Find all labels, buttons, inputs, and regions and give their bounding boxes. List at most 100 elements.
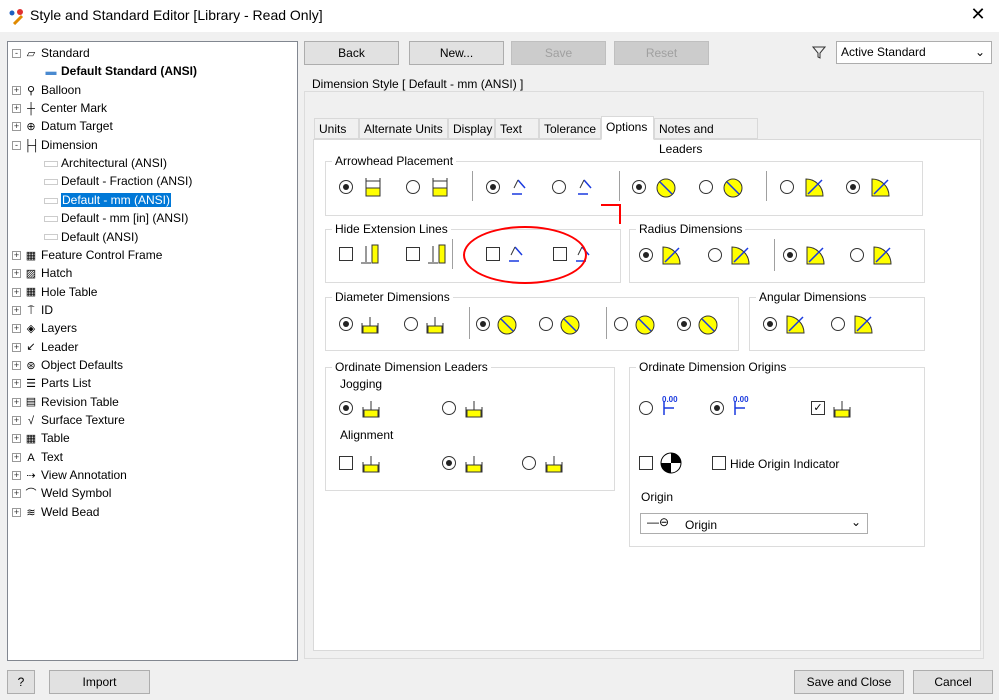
expand-icon[interactable]: + — [12, 507, 21, 517]
arrowhead-radio[interactable] — [632, 180, 646, 194]
tab-options[interactable]: Options — [601, 116, 654, 140]
radius-radio[interactable] — [708, 248, 722, 262]
expand-icon[interactable]: + — [12, 360, 21, 370]
arrowhead-radio[interactable] — [486, 180, 500, 194]
radius-radio[interactable] — [639, 248, 653, 262]
diameter-radio[interactable] — [677, 317, 691, 331]
tree-item-label: Default - mm (ANSI) — [61, 192, 172, 207]
new-button[interactable]: New... — [409, 41, 504, 65]
expand-icon[interactable]: + — [12, 434, 21, 444]
tree-item[interactable]: + ⍑ ID — [12, 302, 53, 319]
tree-item[interactable]: + ▦ Hole Table — [12, 284, 97, 301]
tree-item[interactable]: + ▦ Table — [12, 430, 70, 447]
expand-icon[interactable]: + — [12, 342, 21, 352]
tab-units[interactable]: Units — [314, 118, 359, 139]
tree-item[interactable]: + ⌒ Weld Symbol — [12, 485, 111, 502]
arrowhead-radio[interactable] — [406, 180, 420, 194]
expand-icon[interactable]: + — [12, 324, 21, 334]
style-tree[interactable]: - ▱ Standard ▬ Default Standard (ANSI) + ⚲ Ball… — [7, 41, 298, 661]
collapse-icon[interactable]: - — [12, 140, 21, 150]
help-button[interactable]: ? — [7, 670, 35, 694]
expand-icon[interactable]: + — [12, 250, 21, 260]
radius-radio[interactable] — [850, 248, 864, 262]
expand-icon[interactable]: + — [12, 379, 21, 389]
arrowhead-radio[interactable] — [552, 180, 566, 194]
tree-item[interactable]: + ◈ Layers — [12, 320, 77, 337]
tree-item[interactable]: ▬ Default Standard (ANSI) — [44, 63, 198, 80]
alignment-radio[interactable] — [522, 456, 536, 470]
tree-item-label: Default Standard (ANSI) — [61, 64, 198, 79]
tree-item[interactable]: + ≋ Weld Bead — [12, 504, 99, 521]
save-and-close-button[interactable]: Save and Close — [794, 670, 904, 694]
jogging-radio[interactable] — [442, 401, 456, 415]
back-button[interactable]: Back — [304, 41, 399, 65]
tree-item[interactable]: + ▨ Hatch — [12, 265, 72, 282]
tab-text[interactable]: Text — [495, 118, 539, 139]
origin-checkbox[interactable]: ✓ — [811, 401, 825, 415]
origin-radio[interactable] — [639, 401, 653, 415]
reset-button[interactable]: Reset — [614, 41, 709, 65]
arrowhead-radio[interactable] — [780, 180, 794, 194]
import-button[interactable]: Import — [49, 670, 150, 694]
tree-item[interactable]: + A Text — [12, 449, 63, 466]
expand-icon[interactable]: + — [12, 122, 21, 132]
tab-tolerance[interactable]: Tolerance — [539, 118, 601, 139]
radius-radio[interactable] — [783, 248, 797, 262]
diameter-radio[interactable] — [539, 317, 553, 331]
tree-item[interactable]: + ▦ Feature Control Frame — [12, 247, 162, 264]
tree-item[interactable]: + ⊛ Object Defaults — [12, 357, 123, 374]
tab-display[interactable]: Display — [448, 118, 495, 139]
tree-item[interactable]: Default - Fraction (ANSI) — [44, 173, 192, 190]
tree-item[interactable]: + ⊕ Datum Target — [12, 118, 113, 135]
origin-radio[interactable] — [710, 401, 724, 415]
standard-filter-dropdown[interactable]: Active Standard ⌄ — [836, 41, 992, 64]
origin-indicator-checkbox[interactable] — [639, 456, 653, 470]
angular-radio[interactable] — [763, 317, 777, 331]
arrowhead-radio[interactable] — [846, 180, 860, 194]
cancel-button[interactable]: Cancel — [913, 670, 993, 694]
separator — [469, 307, 470, 339]
close-button[interactable]: ✕ — [966, 4, 990, 25]
origin-dropdown[interactable]: —⊖ Origin ⌄ — [640, 513, 868, 534]
diameter-radio[interactable] — [339, 317, 353, 331]
jogging-radio[interactable] — [339, 401, 353, 415]
tree-item[interactable]: Default - mm [in] (ANSI) — [44, 210, 188, 227]
tree-item[interactable]: + ⇢ View Annotation — [12, 467, 127, 484]
angular-radio[interactable] — [831, 317, 845, 331]
tree-item[interactable]: Default (ANSI) — [44, 229, 138, 246]
expand-icon[interactable]: + — [12, 397, 21, 407]
tree-item[interactable]: Default - mm (ANSI) — [44, 192, 172, 209]
alignment-checkbox[interactable] — [339, 456, 353, 470]
hide-extension-checkbox[interactable] — [406, 247, 420, 261]
arrowhead-radio[interactable] — [339, 180, 353, 194]
tab-alternate-units[interactable]: Alternate Units — [359, 118, 448, 139]
diameter-radio[interactable] — [614, 317, 628, 331]
expand-icon[interactable]: + — [12, 269, 21, 279]
diameter-radio[interactable] — [476, 317, 490, 331]
expand-icon[interactable]: + — [12, 85, 21, 95]
expand-icon[interactable]: + — [12, 471, 21, 481]
save-button[interactable]: Save — [511, 41, 606, 65]
tab-notes-and-leaders[interactable]: Notes and Leaders — [654, 118, 758, 156]
expand-icon[interactable]: + — [12, 416, 21, 425]
arrowhead-radio[interactable] — [699, 180, 713, 194]
tree-item[interactable]: + ┼ Center Mark — [12, 100, 107, 117]
tree-item[interactable]: - ▱ Standard — [12, 45, 90, 62]
alignment-radio[interactable] — [442, 456, 456, 470]
diameter-radio[interactable] — [404, 317, 418, 331]
expand-icon[interactable]: + — [12, 287, 21, 297]
hide-origin-indicator-checkbox[interactable] — [712, 456, 726, 470]
tree-item[interactable]: - ├┤Dimension — [12, 137, 98, 154]
expand-icon[interactable]: + — [12, 305, 21, 315]
tree-item[interactable]: Architectural (ANSI) — [44, 155, 167, 172]
tree-item[interactable]: + √ Surface Texture — [12, 412, 125, 429]
tree-item[interactable]: + ⚲ Balloon — [12, 82, 81, 99]
expand-icon[interactable]: + — [12, 489, 21, 499]
tree-item[interactable]: + ☰ Parts List — [12, 375, 91, 392]
tree-item[interactable]: + ↙ Leader — [12, 339, 78, 356]
expand-icon[interactable]: + — [12, 452, 21, 462]
hide-extension-checkbox[interactable] — [339, 247, 353, 261]
tree-item[interactable]: + ▤ Revision Table — [12, 394, 119, 411]
expand-icon[interactable]: + — [12, 104, 21, 114]
collapse-icon[interactable]: - — [12, 49, 21, 58]
